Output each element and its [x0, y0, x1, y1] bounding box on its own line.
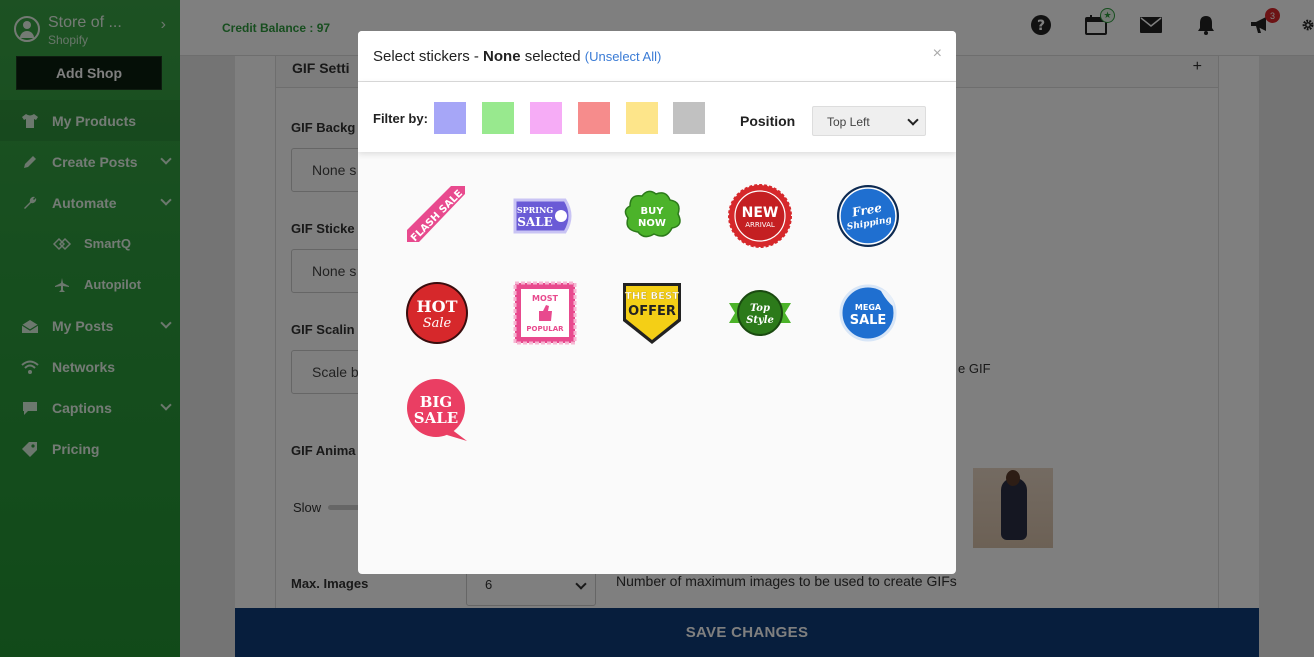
filter-swatch-blue[interactable]: [434, 102, 466, 134]
filter-label: Filter by:: [373, 111, 428, 126]
sticker-label: FLASH SALE: [409, 188, 465, 244]
filter-swatch-gray[interactable]: [673, 102, 705, 134]
sticker-label: BUY: [641, 206, 665, 217]
sticker-label: SALE: [850, 313, 887, 328]
unselect-all-link[interactable]: (Unselect All): [585, 49, 662, 64]
filter-swatch-green[interactable]: [482, 102, 514, 134]
sticker-modal: Select stickers - None selected (Unselec…: [358, 31, 956, 574]
sticker-most-popular[interactable]: MOST POPULAR: [513, 281, 577, 345]
selected-count: None: [483, 48, 521, 65]
sticker-label: SALE: [517, 215, 553, 229]
sticker-label: POPULAR: [526, 325, 564, 333]
sticker-label: SPRING: [517, 205, 553, 215]
title-prefix: Select stickers -: [373, 48, 484, 65]
filter-swatch-yellow[interactable]: [626, 102, 658, 134]
sticker-label: NEW: [742, 205, 779, 221]
position-select[interactable]: Top Left: [812, 106, 926, 136]
sticker-flash-sale[interactable]: FLASH SALE: [405, 184, 469, 248]
modal-title: Select stickers - None selected (Unselec…: [373, 48, 661, 65]
sticker-label: SALE: [414, 409, 458, 427]
sticker-top-style[interactable]: Top Style: [728, 281, 792, 345]
sticker-big-sale[interactable]: BIG SALE: [405, 379, 469, 443]
sticker-hot-sale[interactable]: HOT Sale: [405, 281, 469, 345]
sticker-label: MOST: [532, 294, 559, 303]
filter-swatch-pink[interactable]: [530, 102, 562, 134]
sticker-label: Style: [746, 315, 774, 326]
sticker-label: Top: [750, 303, 770, 314]
sticker-label: Sale: [423, 316, 452, 331]
sticker-label: MEGA: [855, 303, 882, 312]
title-suffix: selected: [520, 48, 585, 65]
sticker-spring-sale[interactable]: SPRING SALE: [513, 184, 577, 248]
filter-swatch-red[interactable]: [578, 102, 610, 134]
sticker-mega-sale[interactable]: MEGA SALE: [836, 281, 900, 345]
sticker-label: OFFER: [628, 304, 676, 319]
filter-bar: Filter by: Position Top Left: [358, 82, 956, 152]
sticker-label: HOT: [417, 297, 458, 316]
sticker-best-offer[interactable]: THE BEST OFFER: [620, 281, 684, 345]
sticker-label: THE BEST: [625, 291, 679, 302]
close-icon[interactable]: ×: [933, 45, 942, 63]
sticker-label: NOW: [638, 218, 666, 229]
sticker-buy-now[interactable]: BUY NOW: [620, 184, 684, 248]
position-label: Position: [740, 113, 796, 129]
sticker-label: ARRIVAL: [745, 221, 775, 229]
modal-header: Select stickers - None selected (Unselec…: [358, 31, 956, 82]
sticker-free-shipping[interactable]: Free Shipping: [836, 184, 900, 248]
sticker-new-arrival[interactable]: NEW ARRIVAL: [728, 184, 792, 248]
